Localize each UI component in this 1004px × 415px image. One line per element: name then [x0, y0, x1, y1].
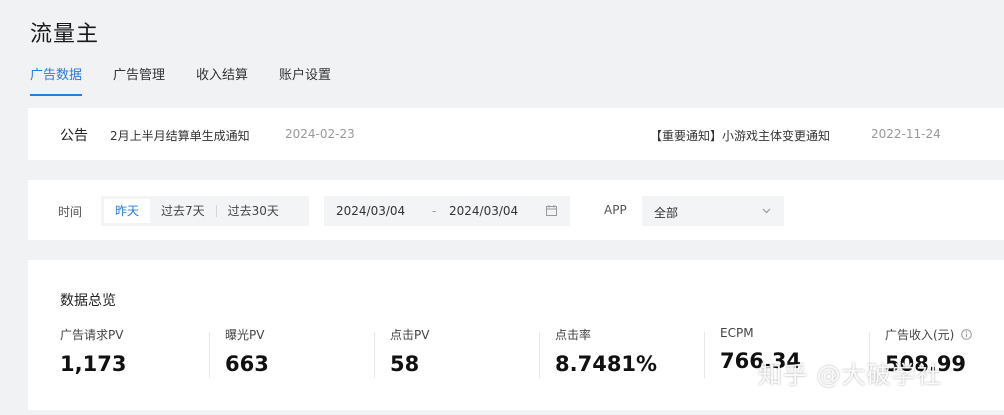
stat-label: 点击率 — [555, 328, 592, 342]
top-tabs: 广告数据 广告管理 收入结算 账户设置 — [30, 64, 362, 96]
time-label: 时间 — [58, 205, 83, 219]
calendar-icon[interactable] — [546, 205, 557, 216]
tab-ad-management[interactable]: 广告管理 — [113, 64, 165, 96]
time-option-7-days[interactable]: 过去7天 — [150, 199, 216, 223]
date-end[interactable]: 2024/03/04 — [449, 204, 518, 218]
app-select-value: 全部 — [654, 206, 679, 220]
stat-click-rate: 点击率 8.7481% — [555, 326, 657, 382]
notice-bar: 公告 2月上半月结算单生成通知 2024-02-23 【重要通知】小游戏主体变更… — [28, 108, 1004, 160]
tab-income-settlement[interactable]: 收入结算 — [196, 64, 248, 96]
watermark: 知乎 @大破学社 — [758, 361, 942, 389]
time-option-30-days[interactable]: 过去30天 — [217, 199, 290, 223]
overview-title: 数据总览 — [60, 293, 116, 309]
stat-label-row: 广告收入(元) — [885, 326, 973, 343]
filter-bar: 时间 昨天 过去7天 过去30天 2024/03/04 - 2024/03/04… — [28, 180, 1004, 240]
stat-ad-request-pv: 广告请求PV 1,173 — [60, 326, 126, 382]
stat-label: 广告请求PV — [60, 328, 124, 342]
stat-divider — [209, 332, 210, 378]
stat-value: 663 — [225, 352, 269, 376]
notice-label: 公告 — [60, 128, 88, 144]
notice-link-entity-change[interactable]: 【重要通知】小游戏主体变更通知 — [650, 127, 830, 144]
stat-divider — [374, 332, 375, 378]
tab-account-settings[interactable]: 账户设置 — [279, 64, 331, 96]
notice-date: 2022-11-24 — [871, 127, 941, 141]
stat-exposure-pv: 曝光PV 663 — [225, 326, 269, 382]
tab-ad-data[interactable]: 广告数据 — [30, 64, 83, 96]
stat-label: 广告收入(元) — [885, 328, 955, 342]
date-separator: - — [432, 204, 437, 218]
notice-link-settlement[interactable]: 2月上半月结算单生成通知 — [110, 127, 250, 144]
stat-divider — [539, 332, 540, 378]
stat-click-pv: 点击PV 58 — [390, 326, 429, 382]
stat-label: 曝光PV — [225, 328, 265, 342]
stat-label: 点击PV — [390, 328, 430, 342]
stat-divider — [704, 332, 705, 378]
notice-date: 2024-02-23 — [285, 127, 355, 141]
stat-value: 1,173 — [60, 352, 127, 376]
stat-value: 8.7481% — [555, 352, 658, 376]
app-select[interactable]: 全部 — [642, 196, 784, 226]
stat-label: ECPM — [720, 326, 754, 340]
info-icon[interactable] — [961, 329, 973, 340]
time-option-yesterday[interactable]: 昨天 — [104, 199, 151, 223]
chevron-down-icon — [762, 208, 771, 214]
date-start[interactable]: 2024/03/04 — [336, 204, 405, 218]
app-label: APP — [604, 203, 627, 217]
page-title: 流量主 — [30, 22, 100, 47]
stat-value: 58 — [390, 352, 420, 376]
time-range-segment: 昨天 过去7天 过去30天 — [101, 196, 309, 226]
date-range-picker[interactable]: 2024/03/04 - 2024/03/04 — [324, 196, 570, 226]
